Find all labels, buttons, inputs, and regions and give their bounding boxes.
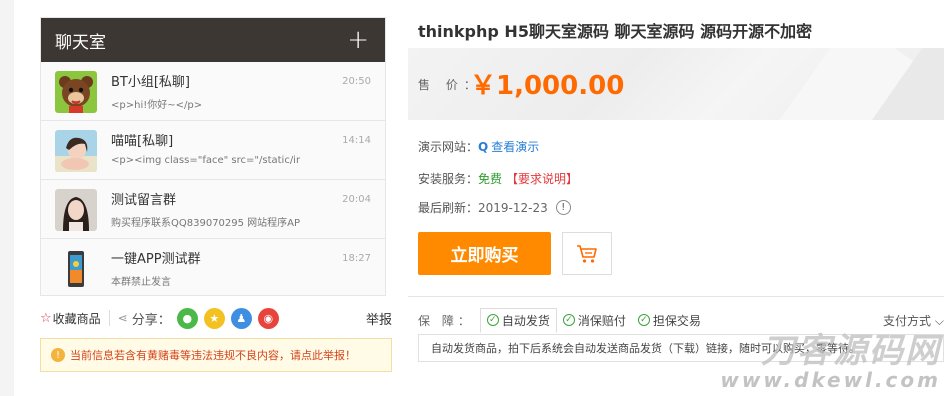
refresh-date: 2019-12-23 (478, 200, 548, 215)
price-value: ￥1,000.00 (470, 71, 625, 101)
install-label: 安装服务： (418, 172, 479, 186)
add-to-cart-button[interactable] (562, 232, 612, 275)
chat-message: <p><img class="face" src="/static/ir (111, 155, 301, 166)
chat-name: 一键APP测试群 (111, 252, 201, 267)
check-icon: ✓ (486, 314, 499, 326)
qzone-share-icon[interactable]: ★ (203, 307, 225, 329)
chat-message: 本群禁止发言 (111, 277, 171, 288)
user-photo-avatar (55, 130, 97, 172)
chat-name: BT小组[私聊] (111, 75, 191, 90)
chat-name: 测试留言群 (111, 193, 177, 208)
favorite-link[interactable]: ☆ 收藏商品 (40, 310, 101, 327)
tab-consumer-protection[interactable]: ✓ 消保赔付 (557, 309, 632, 332)
payment-methods-dropdown[interactable]: 支付方式 ⌵ (883, 312, 944, 329)
chat-list-item: BT小组[私聊] <p>hi!你好~</p> 20:50 (41, 62, 385, 121)
divider (108, 310, 110, 326)
guarantee-label: 保 障： (418, 313, 474, 328)
bear-avatar (55, 71, 97, 113)
weibo-share-icon[interactable]: ◉ (257, 307, 279, 329)
share-icon: ⋖ (117, 311, 128, 325)
chat-header: 聊天室 + (41, 18, 385, 62)
tab-escrow[interactable]: ✓ 担保交易 (632, 309, 707, 332)
gallery-column: 聊天室 + BT小组[私聊] <p>hi!你好~</p> 20:50 喵喵[私聊… (0, 0, 406, 396)
chat-list: BT小组[私聊] <p>hi!你好~</p> 20:50 喵喵[私聊] <p><… (41, 62, 385, 295)
chat-name: 喵喵[私聊] (111, 134, 174, 149)
chat-message: 购买程序联系QQ839070295 网站程序AP (111, 218, 301, 229)
left-margin-strip (0, 0, 14, 396)
demo-row: 演示网站： Q 查看演示 (418, 138, 539, 155)
demo-label: 演示网站： (418, 140, 479, 154)
tab-auto-delivery[interactable]: ✓ 自动发货 (479, 307, 557, 333)
report-notice-text: 当前信息若含有黄赌毒等违法违规不良内容，请点此举报！ (70, 349, 356, 362)
product-info: thinkphp H5聊天室源码 聊天室源码 源码开源不加密 售 价： ￥1,0… (406, 0, 949, 396)
search-icon: Q (478, 139, 489, 154)
phone-app-avatar (55, 248, 97, 290)
cart-icon (577, 244, 597, 263)
check-icon: ✓ (637, 314, 650, 326)
chevron-down-icon: ⌵ (934, 313, 944, 328)
demo-link[interactable]: Q 查看演示 (478, 138, 539, 155)
share-label: 分享： (131, 312, 171, 328)
report-link[interactable]: 举报 (366, 309, 392, 328)
demo-link-text: 查看演示 (491, 140, 540, 154)
check-icon: ✓ (562, 314, 575, 326)
star-icon: ☆ (40, 310, 52, 326)
chat-list-item: 测试留言群 购买程序联系QQ839070295 网站程序AP 20:04 (41, 180, 385, 239)
chat-time: 18:27 (342, 253, 371, 264)
chat-list-item: 一键APP测试群 本群禁止发言 18:27 (41, 239, 385, 295)
report-notice[interactable]: ! 当前信息若含有黄赌毒等违法违规不良内容，请点此举报！ (40, 338, 392, 372)
plus-icon: + (347, 25, 369, 55)
install-row: 安装服务： 免费 【要求说明】 (418, 170, 578, 187)
buy-now-button[interactable]: 立即购买 (418, 232, 551, 275)
wechat-share-icon[interactable]: ● (176, 307, 198, 329)
product-page: 聊天室 + BT小组[私聊] <p>hi!你好~</p> 20:50 喵喵[私聊… (0, 0, 949, 396)
favorite-label: 收藏商品 (52, 311, 101, 326)
watermark-url: www.dkewl.com (720, 368, 941, 392)
chat-time: 14:14 (342, 135, 371, 146)
chat-time: 20:50 (342, 76, 371, 87)
refresh-label: 最后刷新： (418, 201, 479, 215)
divider (408, 296, 944, 297)
share-bar: ☆ 收藏商品 ⋖ 分享： ● ★ ♟ ◉ 举报 (40, 306, 392, 330)
chat-time: 20:04 (342, 194, 371, 205)
qq-share-icon[interactable]: ♟ (230, 307, 252, 329)
watermark: 刀客源码网 www.dkewl.com (720, 334, 941, 392)
lightbulb-icon: ! (51, 348, 65, 362)
price-band: 售 价： ￥1,000.00 (408, 48, 944, 120)
install-note-link[interactable]: 【要求说明】 (506, 170, 578, 187)
product-preview-image[interactable]: 聊天室 + BT小组[私聊] <p>hi!你好~</p> 20:50 喵喵[私聊… (40, 17, 386, 296)
chat-message: <p>hi!你好~</p> (111, 100, 203, 111)
chat-title: 聊天室 (55, 32, 106, 53)
chat-list-item: 喵喵[私聊] <p><img class="face" src="/static… (41, 121, 385, 180)
watermark-logo: 刀客源码网 (761, 331, 941, 371)
guarantee-tabs: 保 障： ✓ 自动发货 ✓ 消保赔付 ✓ 担保交易 支付方式 ⌵ (418, 307, 944, 333)
group-photo-avatar (55, 189, 97, 231)
info-icon[interactable]: ! (555, 200, 571, 215)
refresh-row: 最后刷新： 2019-12-23 ! (418, 199, 571, 216)
product-title: thinkphp H5聊天室源码 聊天室源码 源码开源不加密 (418, 22, 813, 41)
install-value: 免费 (478, 172, 503, 186)
